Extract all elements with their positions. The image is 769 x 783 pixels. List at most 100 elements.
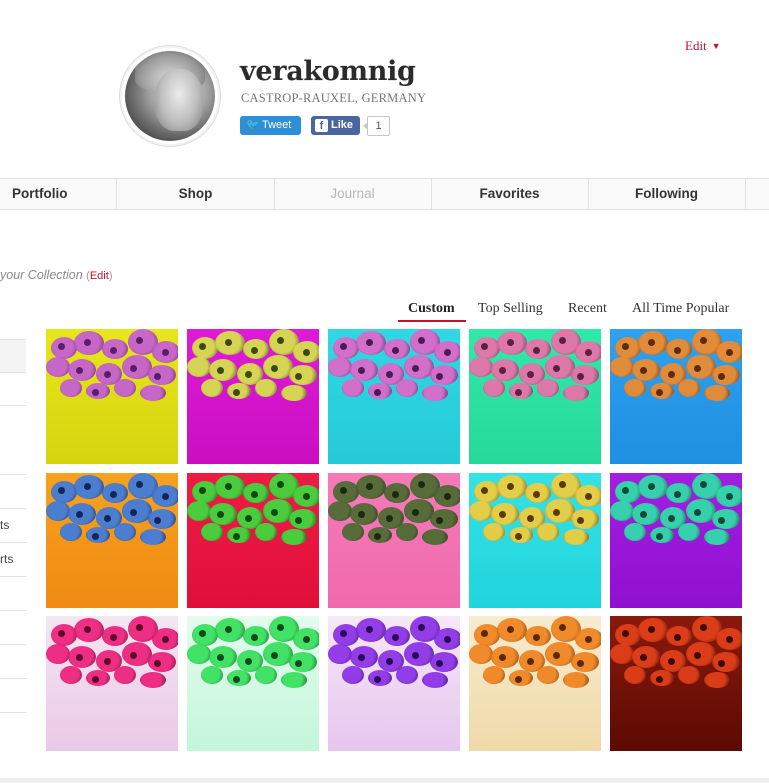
flower-center — [76, 511, 83, 518]
sidebar-item-fragment[interactable]: rts — [0, 552, 13, 566]
sort-tab-top-selling[interactable]: Top Selling — [478, 301, 543, 317]
flower-center — [84, 483, 91, 490]
flower-center — [233, 533, 240, 540]
artwork-thumbnail[interactable] — [328, 616, 460, 751]
petal-shape — [712, 509, 740, 529]
flower-center — [225, 626, 232, 633]
petal-shape — [571, 509, 599, 529]
flower-center — [726, 493, 733, 500]
profile-nav: Portfolio Shop Journal Favorites Followi… — [0, 178, 769, 210]
flower-cluster — [187, 329, 319, 413]
flower-center — [295, 373, 302, 380]
artwork-thumbnail[interactable] — [610, 473, 742, 608]
flower-center — [303, 349, 310, 356]
artwork-thumbnail[interactable] — [46, 329, 178, 464]
petal-shape — [678, 666, 700, 684]
petal-shape — [201, 379, 223, 397]
flower-center — [515, 676, 522, 683]
flower-center — [392, 491, 399, 498]
petal-shape — [537, 379, 559, 397]
flower-center — [481, 487, 488, 494]
flower-center — [585, 636, 592, 643]
flower-center — [726, 636, 733, 643]
flower-center — [104, 371, 111, 378]
tab-portfolio[interactable]: Portfolio — [0, 179, 117, 209]
flower-center — [412, 509, 419, 516]
sort-tab-recent[interactable]: Recent — [568, 301, 607, 317]
flower-center — [251, 491, 258, 498]
petal-shape — [140, 385, 166, 401]
artwork-thumbnail[interactable] — [610, 616, 742, 751]
artwork-thumbnail[interactable] — [328, 473, 460, 608]
flower-center — [271, 365, 278, 372]
artwork-thumbnail[interactable] — [610, 329, 742, 464]
tab-favorites[interactable]: Favorites — [431, 179, 589, 209]
petal-shape — [483, 666, 505, 684]
flower-center — [559, 624, 566, 631]
flower-center — [340, 343, 347, 350]
petal-shape — [187, 644, 211, 664]
artwork-thumbnail[interactable] — [187, 329, 319, 464]
petal-shape — [624, 523, 646, 541]
sort-tab-all-time-popular[interactable]: All Time Popular — [632, 301, 729, 317]
flower-cluster — [328, 329, 460, 413]
like-count-bubble: 1 — [363, 116, 390, 136]
flower-center — [481, 630, 488, 637]
artwork-thumbnail[interactable] — [187, 616, 319, 751]
flower-center — [277, 337, 284, 344]
petal-shape — [201, 666, 223, 684]
flower-center — [668, 515, 675, 522]
flower-center — [84, 339, 91, 346]
avatar[interactable] — [125, 51, 215, 141]
caret-down-icon: ▼ — [711, 41, 721, 51]
artwork-thumbnail[interactable] — [46, 616, 178, 751]
petal-shape — [610, 357, 634, 377]
flower-center — [271, 509, 278, 516]
facebook-like-button[interactable]: f Like — [311, 116, 360, 135]
tweet-button[interactable]: 🐦 Tweet — [240, 116, 301, 135]
profile-edit-link[interactable]: Edit ▼ — [685, 38, 721, 54]
flower-center — [154, 517, 161, 524]
sidebar-item-fragment[interactable]: ts — [0, 518, 9, 532]
petal-shape — [281, 529, 307, 545]
flower-center — [136, 624, 143, 631]
petal-shape — [46, 357, 70, 377]
profile-username[interactable]: verakomnig — [240, 56, 416, 87]
sidebar-divider — [0, 678, 26, 679]
flower-center — [295, 660, 302, 667]
flower-cluster — [469, 329, 601, 413]
sidebar-search-box[interactable] — [0, 339, 26, 373]
flower-center — [436, 373, 443, 380]
flower-center — [251, 634, 258, 641]
artwork-thumbnail[interactable] — [469, 329, 601, 464]
artwork-thumbnail[interactable] — [46, 473, 178, 608]
petal-shape — [148, 652, 176, 672]
collection-heading: your Collection (Edit) — [0, 268, 112, 282]
artwork-thumbnail[interactable] — [187, 473, 319, 608]
flower-cluster — [46, 329, 178, 413]
petal-shape — [281, 672, 307, 688]
artwork-thumbnail[interactable] — [328, 329, 460, 464]
flower-center — [386, 371, 393, 378]
sort-tab-custom[interactable]: Custom — [408, 301, 455, 317]
flower-center — [499, 511, 506, 518]
tab-following[interactable]: Following — [588, 179, 746, 209]
flower-center — [553, 365, 560, 372]
artwork-thumbnail[interactable] — [469, 473, 601, 608]
flower-cluster — [610, 329, 742, 413]
flower-center — [136, 481, 143, 488]
flower-center — [277, 481, 284, 488]
collection-edit-link[interactable]: Edit — [90, 270, 109, 282]
petal-shape — [60, 666, 82, 684]
sidebar-divider — [0, 508, 26, 509]
flower-center — [585, 493, 592, 500]
tab-shop[interactable]: Shop — [117, 179, 275, 209]
petal-shape — [396, 379, 418, 397]
tab-journal[interactable]: Journal — [274, 179, 432, 209]
sidebar-divider — [0, 474, 26, 475]
flower-center — [700, 481, 707, 488]
flower-center — [366, 626, 373, 633]
artwork-thumbnail[interactable] — [469, 616, 601, 751]
petal-shape — [678, 379, 700, 397]
flower-center — [553, 652, 560, 659]
